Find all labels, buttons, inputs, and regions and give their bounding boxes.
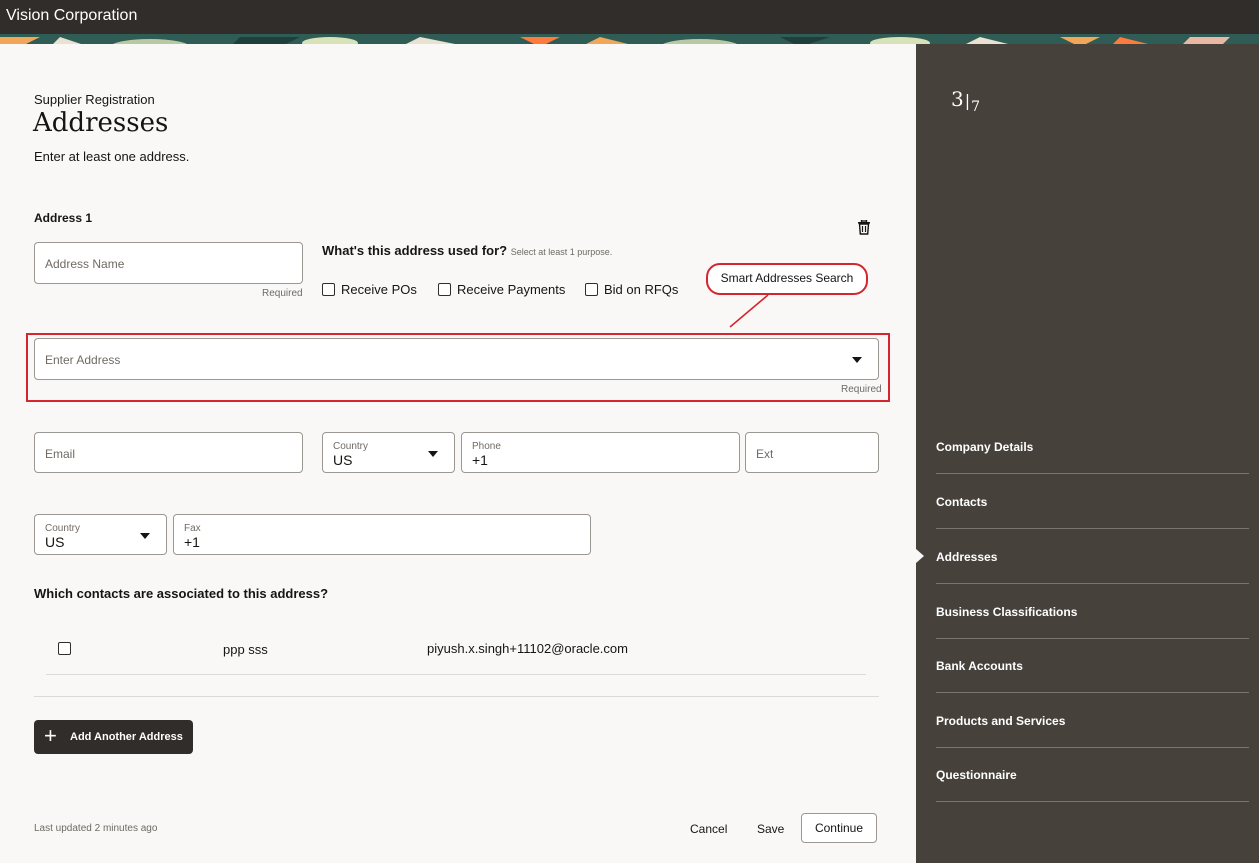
- nav-item-contacts[interactable]: Contacts: [936, 474, 1249, 529]
- fax-country-select[interactable]: Country US: [34, 514, 167, 555]
- phone-country-value: US: [333, 452, 353, 468]
- progress-sidebar: 3|7 Company Details Contacts Addresses B…: [916, 44, 1259, 863]
- add-another-address-button[interactable]: + Add Another Address: [34, 720, 193, 754]
- main-content: Supplier Registration Addresses Enter at…: [0, 44, 916, 863]
- caret-down-icon: [140, 533, 150, 539]
- contact-email: piyush.x.singh+11102@oracle.com: [427, 641, 628, 656]
- current-step-indicator: [916, 549, 924, 563]
- nav-item-label: Addresses: [936, 550, 998, 564]
- nav-item-questionnaire[interactable]: Questionnaire: [936, 747, 1249, 802]
- section-divider: [34, 696, 879, 697]
- nav-item-label: Business Classifications: [936, 605, 1078, 619]
- fax-country-value: US: [45, 534, 65, 550]
- continue-button[interactable]: Continue: [801, 813, 877, 843]
- phone-value: +1: [472, 452, 488, 468]
- purpose-question: What's this address used for? Select at …: [322, 243, 612, 258]
- nav-item-business-classifications[interactable]: Business Classifications: [936, 584, 1249, 639]
- phone-country-label: Country: [333, 441, 369, 452]
- page-title: Addresses: [33, 108, 169, 138]
- callout-pointer-line: [729, 295, 769, 328]
- ext-placeholder: Ext: [756, 447, 774, 461]
- purpose-hint: Select at least 1 purpose.: [510, 247, 613, 257]
- enter-address-required: Required: [841, 384, 882, 395]
- step-total: 7: [971, 99, 981, 115]
- trash-icon: [858, 219, 870, 235]
- last-updated: Last updated 2 minutes ago: [34, 823, 158, 834]
- nav-item-label: Questionnaire: [936, 768, 1017, 782]
- plus-icon: +: [44, 723, 57, 748]
- checkbox-receive-payments[interactable]: [438, 283, 451, 296]
- phone-label: Phone: [472, 441, 501, 452]
- smart-address-callout: Smart Addresses Search: [706, 263, 868, 295]
- nav-item-label: Bank Accounts: [936, 659, 1023, 673]
- checkbox-label-receive-pos: Receive POs: [341, 282, 417, 297]
- contacts-question: Which contacts are associated to this ad…: [34, 586, 329, 601]
- nav-item-bank-accounts[interactable]: Bank Accounts: [936, 638, 1249, 693]
- address-name-placeholder: Address Name: [45, 257, 125, 271]
- fax-country-label: Country: [45, 523, 81, 534]
- delete-address-button[interactable]: [857, 219, 871, 240]
- page-intro: Enter at least one address.: [34, 149, 190, 164]
- fax-value: +1: [184, 534, 200, 550]
- caret-down-icon: [852, 357, 862, 363]
- checkbox-label-bid-on-rfqs: Bid on RFQs: [604, 282, 679, 297]
- caret-down-icon: [428, 451, 438, 457]
- email-input[interactable]: Email: [34, 432, 303, 473]
- phone-country-select[interactable]: Country US: [322, 432, 455, 473]
- ext-input[interactable]: Ext: [745, 432, 879, 473]
- table-row: ppp sss piyush.x.singh+11102@oracle.com: [46, 630, 866, 675]
- enter-address-select[interactable]: Enter Address: [34, 338, 879, 380]
- email-placeholder: Email: [45, 447, 76, 461]
- nav-item-label: Company Details: [936, 440, 1034, 454]
- step-counter: 3|7: [951, 87, 981, 115]
- address-name-required: Required: [262, 288, 303, 299]
- add-another-address-label: Add Another Address: [70, 731, 183, 743]
- contact-name: ppp sss: [223, 642, 268, 657]
- checkbox-bid-on-rfqs[interactable]: [585, 283, 598, 296]
- checkbox-label-receive-payments: Receive Payments: [457, 282, 566, 297]
- enter-address-placeholder: Enter Address: [45, 353, 121, 367]
- nav-item-products-and-services[interactable]: Products and Services: [936, 693, 1249, 748]
- contact-checkbox[interactable]: [58, 642, 71, 655]
- address-section-label: Address 1: [34, 211, 93, 225]
- phone-input[interactable]: Phone +1: [461, 432, 740, 473]
- step-current: 3: [951, 87, 964, 111]
- fax-input[interactable]: Fax +1: [173, 514, 591, 555]
- breadcrumb: Supplier Registration: [34, 92, 155, 107]
- nav-item-label: Contacts: [936, 495, 988, 509]
- address-name-input[interactable]: Address Name: [34, 242, 303, 284]
- fax-label: Fax: [184, 523, 201, 534]
- nav-item-company-details[interactable]: Company Details: [936, 419, 1249, 474]
- nav-item-addresses[interactable]: Addresses: [936, 529, 1249, 584]
- decorative-banner: [0, 34, 1259, 44]
- nav-item-label: Products and Services: [936, 714, 1066, 728]
- save-button[interactable]: Save: [757, 822, 784, 836]
- banner-pattern: [0, 37, 1259, 44]
- checkbox-receive-pos[interactable]: [322, 283, 335, 296]
- app-title: Vision Corporation: [6, 7, 138, 24]
- cancel-button[interactable]: Cancel: [690, 822, 727, 836]
- top-bar: Vision Corporation: [0, 0, 1259, 34]
- purpose-question-text: What's this address used for?: [322, 243, 508, 258]
